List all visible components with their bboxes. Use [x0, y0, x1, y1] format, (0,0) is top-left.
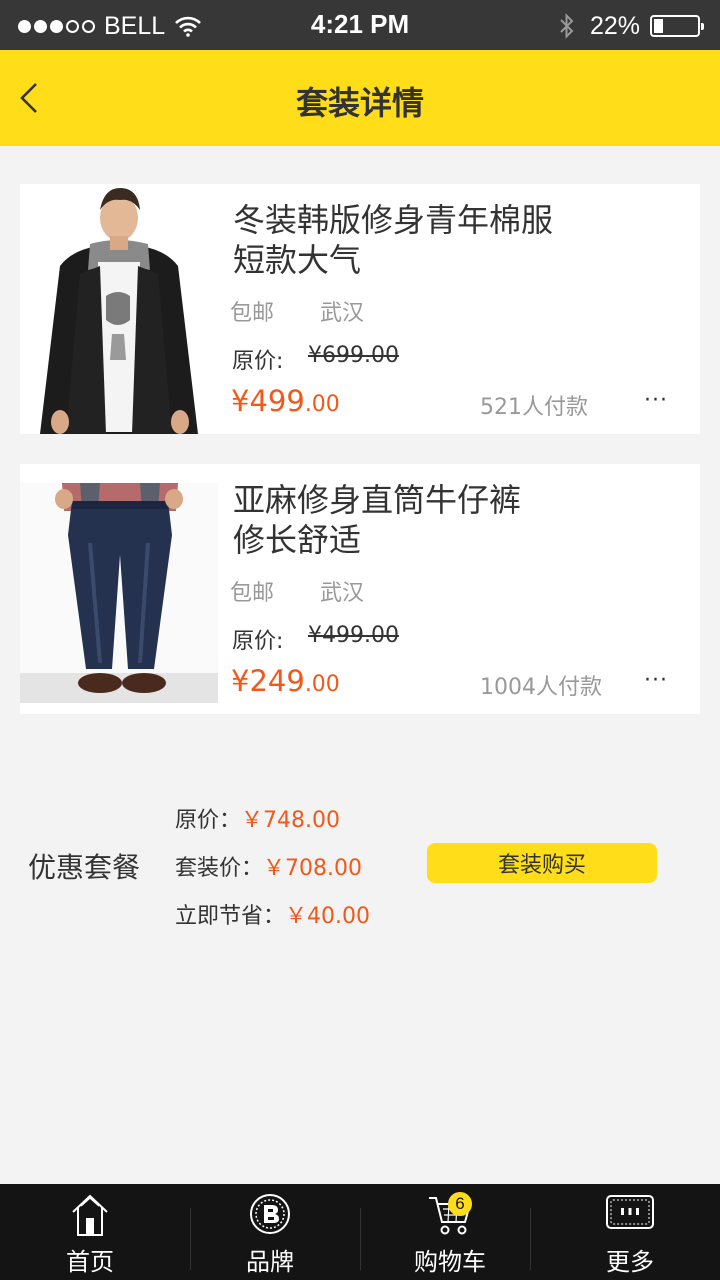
original-price-label: 原价: [232, 629, 284, 654]
status-right: 22% [558, 10, 704, 42]
product-title-line2: 短款大气 [233, 241, 362, 279]
original-price: ¥699.00 [308, 343, 399, 368]
sale-price: ¥249.00 [231, 664, 340, 698]
bundle-savings-label: 立即节省： [175, 904, 286, 929]
product-title-line2: 修长舒适 [233, 521, 362, 559]
original-price: ¥499.00 [308, 623, 399, 648]
more-options-icon[interactable]: ··· [644, 668, 668, 693]
original-price-label: 原价: [232, 349, 284, 374]
product-card[interactable]: 冬装韩版修身青年棉服 短款大气 包邮 武汉 原价: ¥699.00 ¥499.0… [20, 184, 700, 434]
tab-brand[interactable]: 品牌 [180, 1184, 360, 1280]
battery-percent: 22% [589, 11, 640, 40]
city-tag: 武汉 [320, 581, 365, 606]
bundle-price-row: 套装价：￥708.00 [175, 850, 362, 882]
bundle-price-value: ￥708.00 [263, 856, 362, 881]
bundle-savings-value: ￥40.00 [285, 904, 370, 929]
shipping-tag: 包邮 [230, 581, 275, 606]
shipping-tag: 包邮 [230, 301, 275, 326]
bluetooth-icon [560, 13, 574, 39]
bundle-label: 优惠套餐 [28, 851, 141, 884]
product-card[interactable]: 亚麻修身直筒牛仔裤 修长舒适 包邮 武汉 原价: ¥499.00 ¥249.00… [20, 464, 700, 714]
sale-price-dec: .00 [304, 392, 340, 417]
product-image-jeans[interactable] [20, 483, 218, 703]
tab-more-label: 更多 [606, 1248, 654, 1276]
buyers-count: 1004人付款 [480, 675, 602, 700]
sale-price-int: ¥499 [231, 384, 305, 418]
buyers-count: 521人付款 [480, 395, 588, 420]
bundle-original-value: ￥748.00 [241, 808, 340, 833]
sale-price: ¥499.00 [231, 384, 340, 418]
home-icon [72, 1194, 108, 1236]
tab-bar: 首页 品牌 6 购物车 更多 [0, 1184, 720, 1280]
page-title: 套装详情 [295, 84, 424, 122]
bundle-original-row: 原价：￥748.00 [175, 802, 340, 834]
product-title-line1: 亚麻修身直筒牛仔裤 [233, 481, 522, 519]
tab-more[interactable]: 更多 [540, 1184, 720, 1280]
more-icon [606, 1195, 654, 1229]
cart-badge: 6 [448, 1192, 472, 1216]
tab-home[interactable]: 首页 [0, 1184, 180, 1280]
buy-bundle-button[interactable]: 套装购买 [427, 843, 657, 883]
tab-home-label: 首页 [66, 1248, 114, 1276]
tab-brand-label: 品牌 [246, 1248, 294, 1276]
tab-cart-label: 购物车 [414, 1248, 486, 1276]
sale-price-dec: .00 [304, 672, 340, 697]
status-bar: BELL 4:21 PM 22% [0, 0, 720, 50]
product-title[interactable]: 亚麻修身直筒牛仔裤 修长舒适 [233, 480, 613, 560]
tab-divider [530, 1208, 531, 1270]
sale-price-int: ¥249 [231, 664, 305, 698]
brand-icon [250, 1194, 290, 1234]
bundle-price-label: 套装价： [175, 856, 264, 881]
nav-bar: 套装详情 [0, 50, 720, 146]
tab-cart[interactable]: 6 购物车 [360, 1184, 540, 1280]
bundle-savings-row: 立即节省：￥40.00 [175, 898, 370, 930]
more-options-icon[interactable]: ··· [644, 388, 668, 413]
battery-icon [650, 15, 704, 37]
product-title-line1: 冬装韩版修身青年棉服 [233, 201, 554, 239]
city-tag: 武汉 [320, 301, 365, 326]
product-image-jacket[interactable] [20, 184, 218, 434]
bundle-original-label: 原价： [175, 808, 242, 833]
product-title[interactable]: 冬装韩版修身青年棉服 短款大气 [233, 200, 613, 280]
